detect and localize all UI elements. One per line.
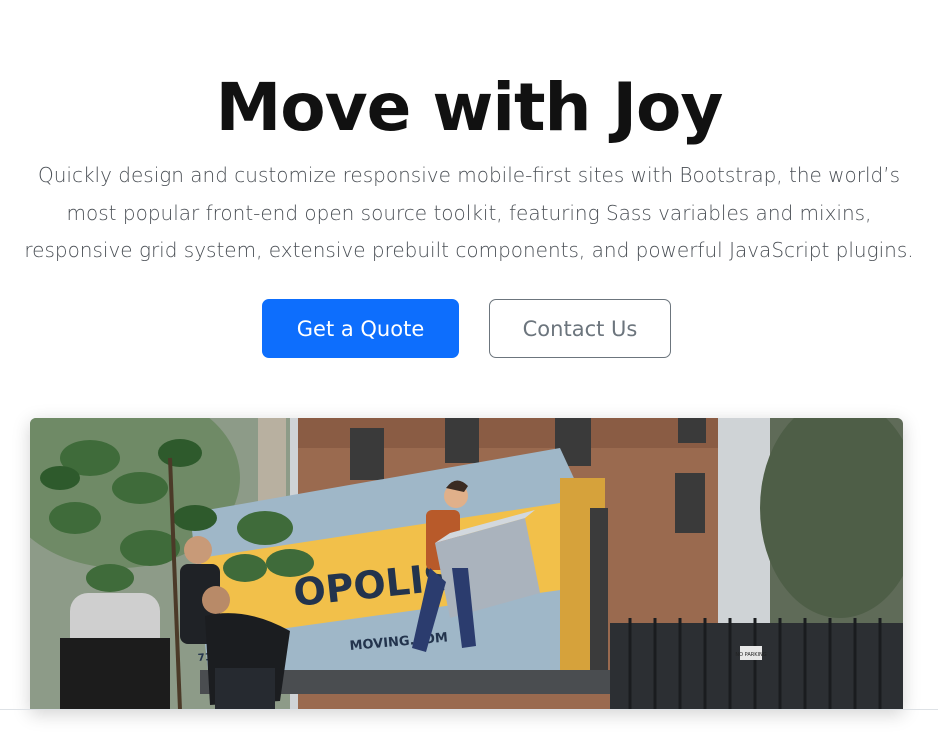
hero-lead: Quickly design and customize responsive … [0,157,938,270]
contact-us-button[interactable]: Contact Us [489,299,671,358]
get-a-quote-button[interactable]: Get a Quote [262,299,459,358]
hero-lead-line: Quickly design and customize responsive … [37,163,901,187]
hero-title: Move with Joy [215,69,724,146]
hero-photo: NO PARKING OPOLIS MOVING.COM 718) 7…520 [30,418,903,710]
hero-lead-line: most popular front-end open source toolk… [66,200,872,225]
page: Move with Joy Quickly design and customi… [0,0,938,738]
no-parking-sign: NO PARKING [735,652,766,658]
section-divider [0,709,938,710]
hero-lead-line: responsive grid system, extensive prebui… [24,238,914,262]
